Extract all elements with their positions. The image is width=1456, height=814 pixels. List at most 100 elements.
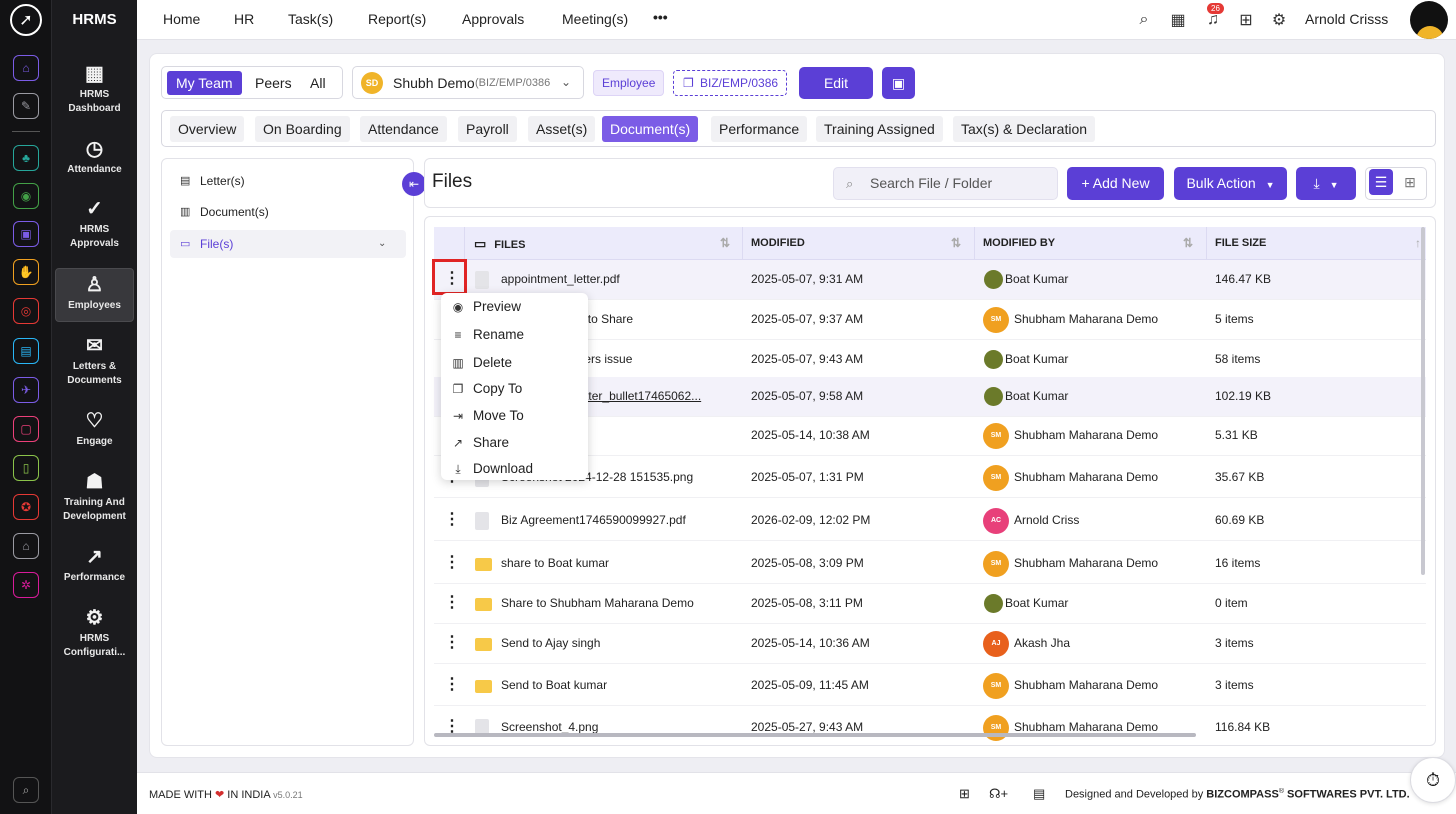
edit-button[interactable]: Edit [799,67,873,99]
tab-overview[interactable]: Overview [170,116,245,142]
briefcase-rail-icon[interactable]: ▣ [13,221,39,247]
support-icon[interactable]: ☊+ [989,786,1008,802]
plane-rail-icon[interactable]: ✈ [13,377,39,403]
tab-tax-s-declaration[interactable]: Tax(s) & Declaration [953,116,1096,142]
scope-all[interactable]: All [301,71,335,95]
hands-rail-icon[interactable]: ✋ [13,259,39,285]
home-rail-icon[interactable]: ⌂ [13,55,39,81]
file-name[interactable]: appointment_letter.pdf [501,272,741,286]
nav-report-s[interactable]: Report(s) [368,11,426,27]
monitor-rail-icon[interactable]: ▢ [13,416,39,442]
nav-home[interactable]: Home [163,11,200,27]
tree-item-document-s[interactable]: ▥ Document(s) [170,198,406,226]
tree-item-letter-s[interactable]: ▤ Letter(s) [170,167,406,195]
horizontal-scrollbar[interactable] [434,733,1196,737]
tab-on-boarding[interactable]: On Boarding [255,116,350,142]
tab-document-s[interactable]: Document(s) [602,116,699,142]
menu-item-delete[interactable]: ▥ Delete [441,350,588,376]
sidebar-item-employees[interactable]: ♙ Employees [55,268,134,322]
billing-icon[interactable]: ▤ [1033,786,1045,802]
nav-task-s[interactable]: Task(s) [288,11,333,27]
file-name[interactable]: Send to Boat kumar [501,678,741,692]
compass-logo-icon[interactable]: ➚ [10,4,42,36]
file-name[interactable]: Share to Shubham Maharana Demo [501,596,741,610]
column-file-size[interactable]: FILE SIZE ↑ [1215,227,1427,260]
add-new-button[interactable]: + Add New [1067,167,1164,200]
collapse-panel-icon[interactable]: ⇤ [402,172,426,196]
table-row[interactable]: ⋮ Send to Ajay singh 2025-05-14, 10:36 A… [434,624,1426,664]
row-actions-icon[interactable]: ⋮ [444,552,460,574]
menu-item-copy-to[interactable]: ❐ Copy To [441,376,588,402]
sidebar-item-attendance[interactable]: ◷ Attendance [55,133,134,177]
archive-rail-icon[interactable]: ▤ [13,338,39,364]
sort-icon[interactable]: ⇅ [720,227,730,260]
column-files[interactable]: ▭ FILES ⇅ [474,227,744,260]
file-name[interactable]: share to Boat kumar [501,556,741,570]
money-rail-icon[interactable]: ◉ [13,183,39,209]
sidebar-item-engage[interactable]: ♡ Engage [55,405,134,449]
table-row[interactable]: ⋮ Biz Agreement1746590099927.pdf 2026-02… [434,501,1426,541]
id-card-icon[interactable]: ▣ [882,67,915,99]
vertical-scrollbar[interactable] [1421,227,1425,575]
target-rail-icon[interactable]: ◎ [13,298,39,324]
bulk-action-button[interactable]: Bulk Action ▼ [1174,167,1287,200]
table-row[interactable]: ⋮ Send to Boat kumar 2025-05-09, 11:45 A… [434,666,1426,706]
gear-rail-icon[interactable]: ✲ [13,572,39,598]
search-icon[interactable]: ⌕ [1133,9,1155,31]
search-icon[interactable]: ⌕ [13,777,39,803]
sidebar-item-hrms-configurati[interactable]: ⚙ HRMS Configurati... [55,602,134,660]
pin-rail-icon[interactable]: ✎ [13,93,39,119]
windows-icon[interactable]: ⊞ [959,786,970,802]
tab-training-assigned[interactable]: Training Assigned [816,116,943,142]
menu-item-move-to[interactable]: ⇥ Move To [441,403,588,429]
employee-code-chip[interactable]: ❐ BIZ/EMP/0386 [673,70,788,96]
tab-asset-s[interactable]: Asset(s) [528,116,596,142]
sidebar-item-performance[interactable]: ↗ Performance [55,541,134,585]
sidebar-item-hrms-dashboard[interactable]: ▦ HRMS Dashboard [55,58,134,116]
file-name[interactable]: Biz Agreement1746590099927.pdf [501,513,741,527]
column-modified[interactable]: MODIFIED ⇅ [751,227,983,260]
nav-hr[interactable]: HR [234,11,254,27]
sort-icon[interactable]: ⇅ [951,227,961,260]
tab-payroll[interactable]: Payroll [458,116,517,142]
calendar-icon[interactable]: ▦ [1167,9,1189,31]
file-name[interactable]: Send to Ajay singh [501,636,741,650]
menu-item-download[interactable]: ⤓ Download [441,456,588,482]
column-modified-by[interactable]: MODIFIED BY ⇅ [983,227,1215,260]
user-avatar[interactable] [1410,1,1448,39]
doc-rail-icon[interactable]: ▯ [13,455,39,481]
people-rail-icon[interactable]: ♣ [13,145,39,171]
row-actions-icon[interactable]: ⋮ [444,592,460,614]
sort-icon[interactable]: ⇅ [1183,227,1193,260]
table-row[interactable]: ⋮ Share to Shubham Maharana Demo 2025-05… [434,584,1426,624]
menu-item-preview[interactable]: ◉ Preview [441,294,588,320]
tab-performance[interactable]: Performance [711,116,808,142]
table-row[interactable]: ⋮ Screenshot_4.png 2025-05-27, 9:43 AM S… [434,708,1426,745]
download-dropdown-button[interactable]: ⤓ ▼ [1296,167,1356,200]
apps-grid-icon[interactable]: ⊞ [1235,9,1257,31]
more-menu-icon[interactable]: ••• [653,9,668,25]
row-actions-icon[interactable]: ⋮ [444,509,460,531]
employee-select[interactable]: SD Shubh Demo (BIZ/EMP/0386 ⌄ [352,66,584,99]
list-view-icon[interactable]: ☰ [1369,169,1393,195]
grid-view-icon[interactable]: ⊞ [1398,169,1422,195]
house-rail-icon[interactable]: ⌂ [13,533,39,559]
tab-attendance[interactable]: Attendance [360,116,447,142]
nav-meeting-s[interactable]: Meeting(s) [562,11,628,27]
settings-icon[interactable]: ⚙ [1268,9,1290,31]
stopwatch-icon[interactable]: ⏱ [1410,757,1456,803]
sidebar-item-training-and-development[interactable]: ☗ Training And Development [55,466,134,524]
nav-approvals[interactable]: Approvals [462,11,524,27]
chevron-down-icon[interactable]: ⌄ [378,230,386,258]
tree-item-file-s[interactable]: ▭ File(s) ⌄ [170,230,406,258]
scope-peers[interactable]: Peers [246,71,301,95]
sidebar-item-letters-documents[interactable]: ✉ Letters & Documents [55,330,134,388]
file-name[interactable]: Screenshot_4.png [501,720,741,734]
menu-item-rename[interactable]: ≡ Rename [441,322,588,348]
menu-item-share[interactable]: ↗ Share [441,430,588,456]
user-name[interactable]: Arnold Crisss [1305,11,1388,27]
scope-my-team[interactable]: My Team [167,71,242,95]
row-actions-icon[interactable]: ⋮ [444,632,460,654]
search-input[interactable] [870,175,1050,191]
row-actions-icon[interactable]: ⋮ [444,674,460,696]
